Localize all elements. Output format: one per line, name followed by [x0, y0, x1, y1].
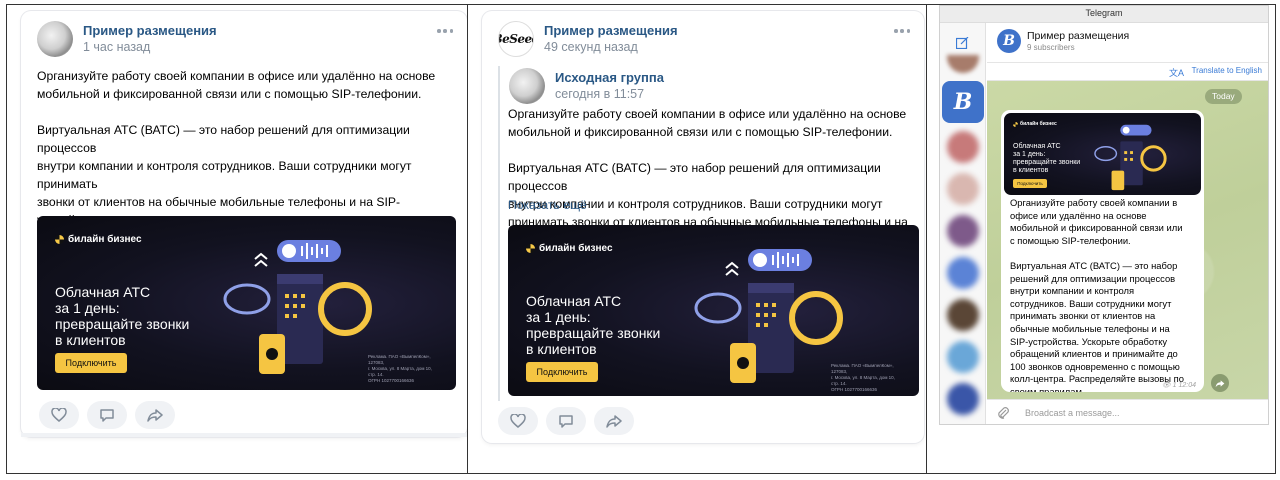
chat-list-sidebar: B [940, 23, 986, 424]
post-time[interactable]: 49 секунд назад [544, 39, 678, 56]
share-icon [147, 409, 163, 422]
eye-icon: 👁 [1161, 382, 1171, 389]
message-composer [987, 399, 1268, 424]
share-button[interactable] [594, 407, 634, 435]
attach-icon[interactable] [997, 406, 1009, 420]
vk-post-column-1: Пример размещения 1 час назад Организуйт… [7, 5, 468, 473]
channel-avatar[interactable]: B [997, 29, 1021, 53]
broadcast-input[interactable] [1025, 405, 1255, 421]
compose-icon[interactable] [956, 37, 969, 49]
chat-list-item[interactable] [947, 215, 979, 247]
banner-connect-button: Подключить [526, 362, 598, 382]
post-actions [498, 407, 634, 435]
message-image[interactable]: билайн бизнес Облачная АТС за 1 день: пр… [1004, 113, 1201, 195]
vk-post-card: Пример размещения 1 час назад Организуйт… [21, 11, 467, 437]
post-time[interactable]: 1 час назад [83, 39, 217, 56]
ad-banner-image[interactable]: билайн бизнес Облачная АТС за 1 день: пр… [37, 216, 456, 390]
group-avatar[interactable]: BeSeed [498, 21, 534, 57]
heart-icon [510, 414, 526, 428]
comment-button[interactable] [546, 407, 586, 435]
chat-background: Today билайн бизнес Облачная АТС за 1 де… [987, 81, 1268, 399]
share-icon [606, 415, 622, 428]
share-button[interactable] [135, 401, 175, 429]
chat-list-item[interactable] [947, 341, 979, 373]
date-badge: Today [1205, 89, 1242, 104]
source-group-avatar[interactable] [509, 68, 545, 104]
vk-repost-card: BeSeed Пример размещения 49 секунд назад… [482, 11, 924, 443]
message-views-time: 👁 1 12:04 [1161, 382, 1196, 389]
chat-list-item[interactable] [947, 383, 979, 415]
more-options-icon[interactable] [437, 29, 453, 33]
subscriber-count: 9 subscribers [1027, 43, 1075, 52]
like-button[interactable] [39, 401, 79, 429]
forward-button[interactable] [1211, 374, 1229, 392]
chat-list-item[interactable] [947, 299, 979, 331]
comment-icon [100, 408, 114, 422]
channel-name: Пример размещения [1027, 30, 1130, 42]
beeline-logo: билайн бизнес [55, 234, 142, 245]
window-title: Telegram [940, 6, 1268, 23]
repost-indicator [498, 66, 500, 401]
heart-icon [51, 408, 67, 422]
comment-button[interactable] [87, 401, 127, 429]
telegram-column: Telegram B B Пример размещения 9 subscri… [927, 5, 1275, 473]
repost-meta: Исходная группа сегодня в 11:57 [555, 69, 664, 103]
forward-icon [1215, 379, 1225, 387]
show-more-link[interactable]: Показать ещё [508, 198, 587, 212]
banner-connect-button: Подключить [55, 353, 127, 373]
chat-list-item[interactable] [947, 55, 979, 73]
source-group-name-link[interactable]: Исходная группа [555, 69, 664, 86]
banner-headline: Облачная АТС за 1 день: превращайте звон… [55, 284, 190, 348]
banner-headline: Облачная АТС за 1 день: превращайте звон… [1013, 143, 1081, 174]
post-meta: Пример размещения 49 секунд назад [544, 22, 678, 56]
comparison-frame: Пример размещения 1 час назад Организуйт… [6, 4, 1276, 474]
translate-icon: 文A [1168, 68, 1184, 78]
telegram-window: Telegram B B Пример размещения 9 subscri… [939, 5, 1269, 425]
chat-list-item[interactable] [947, 257, 979, 289]
card-divider [21, 433, 467, 437]
group-name-link[interactable]: Пример размещения [544, 22, 678, 39]
banner-headline: Облачная АТС за 1 день: превращайте звон… [526, 293, 661, 357]
like-button[interactable] [498, 407, 538, 435]
translate-link[interactable]: Translate to English [1192, 66, 1262, 75]
server-illustration-icon [223, 240, 372, 374]
post-header: Пример размещения 1 час назад [37, 21, 217, 57]
more-options-icon[interactable] [894, 29, 910, 33]
chat-header[interactable]: B Пример размещения 9 subscribers [987, 23, 1268, 63]
post-meta: Пример размещения 1 час назад [83, 22, 217, 56]
message-text: Организуйте работу своей компании в офис… [1010, 197, 1184, 392]
server-illustration-icon [694, 249, 843, 383]
chat-list-item-active[interactable]: B [942, 81, 984, 123]
message-bubble[interactable]: билайн бизнес Облачная АТС за 1 день: пр… [1001, 110, 1204, 392]
post-text: Организуйте работу своей компании в офис… [508, 107, 908, 229]
group-avatar[interactable] [37, 21, 73, 57]
repost-header: Исходная группа сегодня в 11:57 [509, 68, 664, 104]
post-actions [39, 401, 175, 429]
server-illustration-icon [1094, 124, 1167, 191]
chat-list-item[interactable] [947, 173, 979, 205]
channel-avatar-letter: B [953, 89, 973, 115]
post-header: BeSeed Пример размещения 49 секунд назад [498, 21, 678, 57]
repost-time[interactable]: сегодня в 11:57 [555, 86, 664, 103]
group-name-link[interactable]: Пример размещения [83, 22, 217, 39]
translate-bar[interactable]: 文A Translate to English [987, 63, 1268, 81]
banner-connect-button: Подключить [1013, 179, 1047, 188]
beeline-logo: билайн бизнес [1013, 121, 1057, 127]
ad-banner-image[interactable]: билайн бизнес Облачная АТС за 1 день: пр… [508, 225, 919, 396]
beeline-logo: билайн бизнес [526, 243, 613, 254]
vk-post-column-2: BeSeed Пример размещения 49 секунд назад… [468, 5, 927, 473]
chat-list-item[interactable] [947, 131, 979, 163]
comment-icon [559, 414, 573, 428]
